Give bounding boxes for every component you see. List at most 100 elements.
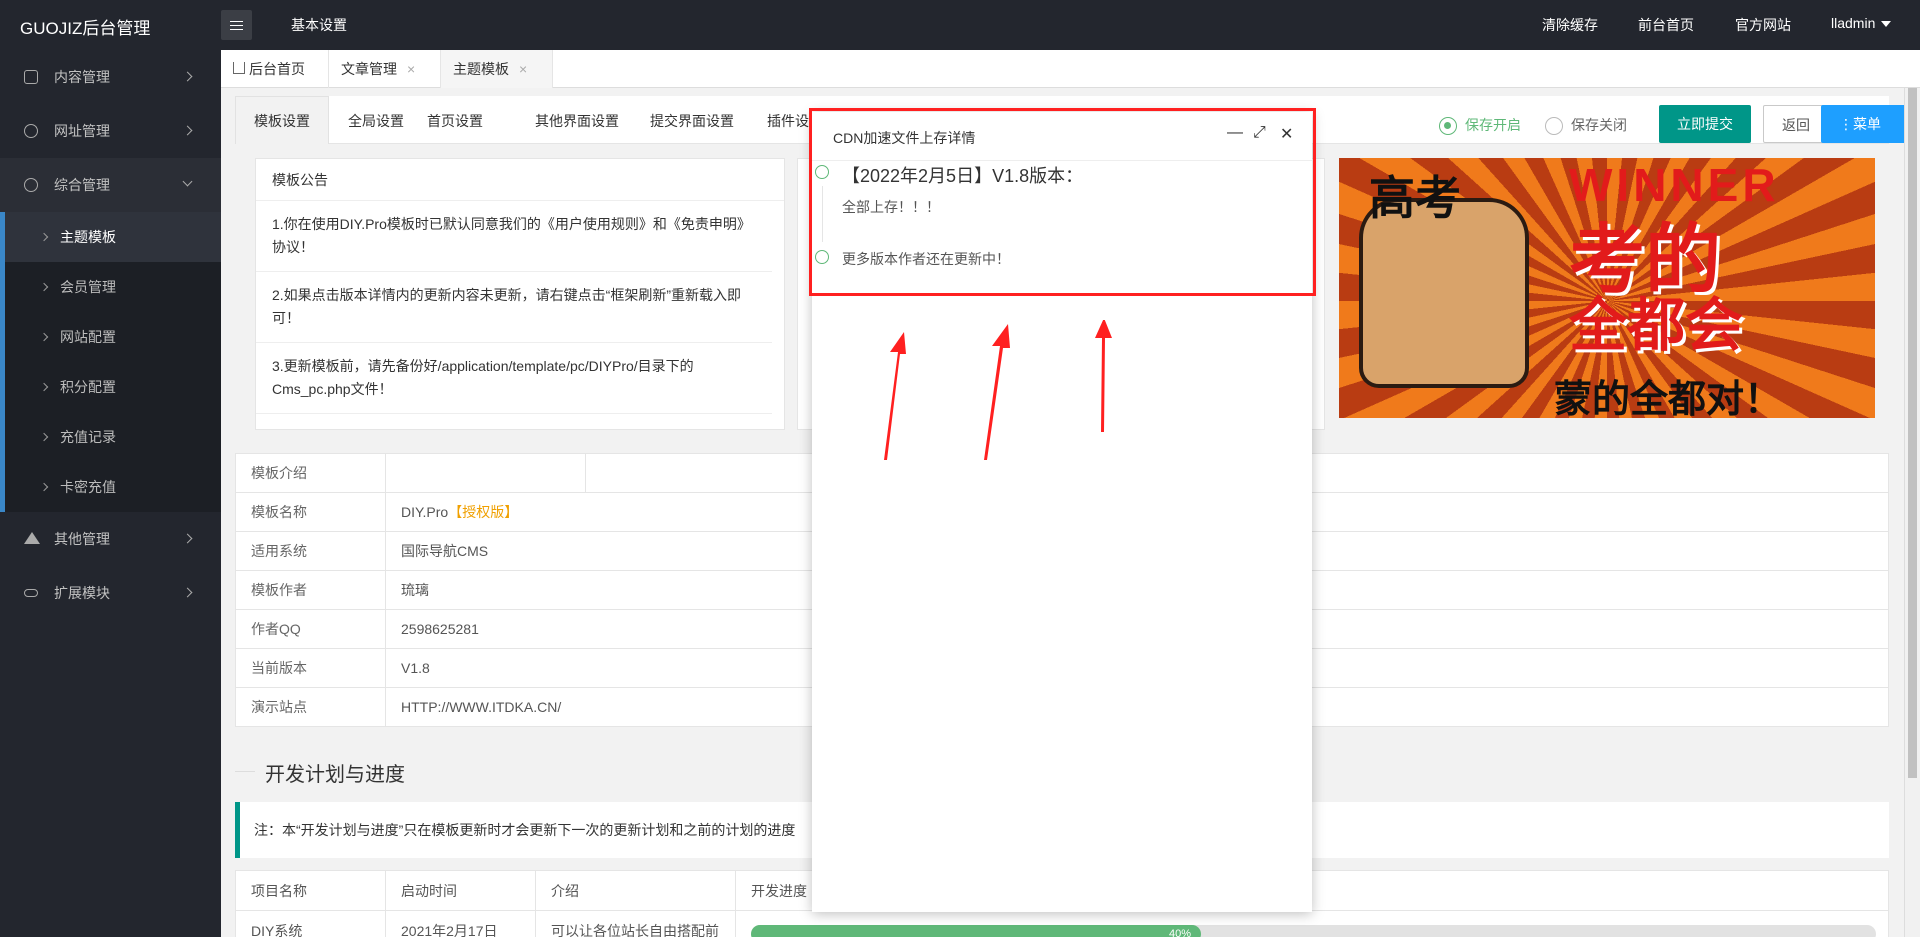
chevron-right-icon (182, 587, 193, 598)
info-header: 模板介绍 (235, 453, 386, 493)
tab-label: 文章管理 (341, 61, 397, 77)
chevron-right-icon (39, 432, 49, 442)
save-on-radio[interactable]: 保存开启 (1439, 115, 1521, 136)
chevron-right-icon (39, 482, 49, 492)
sidebar-sub-recharge-log[interactable]: 充值记录 (5, 412, 221, 462)
info-key: 模板作者 (235, 570, 386, 610)
annotation-arrows (884, 320, 1112, 460)
tab-label: 后台首页 (249, 61, 305, 77)
template-name: DIY.Pro (401, 504, 449, 520)
info-key: 模板名称 (235, 492, 386, 532)
plan-section-title: 开发计划与进度 (265, 764, 405, 786)
send-icon (24, 532, 40, 544)
globe-icon (24, 124, 38, 138)
official-site-link[interactable]: 官方网站 (1735, 15, 1791, 35)
sidebar-item-label: 其他管理 (54, 531, 110, 547)
info-key: 当前版本 (235, 648, 386, 688)
notice-item: 3.更新模板前，请先备份好/application/template/pc/DI… (256, 343, 772, 414)
sidebar-sub-label: 卡密充值 (60, 479, 116, 495)
back-button[interactable]: 返回 (1763, 105, 1829, 143)
sidebar-sub-site-config[interactable]: 网站配置 (5, 312, 221, 362)
gear-icon (24, 178, 38, 192)
top-bar: GUOJIZ后台管理 基本设置 清除缓存 前台首页 官方网站 lladmin (0, 0, 1920, 50)
clear-cache-link[interactable]: 清除缓存 (1542, 15, 1598, 35)
chevron-right-icon (39, 332, 49, 342)
banner-text: 蒙的全都对！ (1554, 379, 1783, 418)
chevron-right-icon (39, 232, 49, 242)
sidebar-sub-label: 主题模板 (60, 229, 116, 245)
progress-bar: 40% (751, 925, 1876, 937)
sidebar-submenu: 主题模板 会员管理 网站配置 积分配置 充值记录 卡密充值 (0, 212, 221, 512)
sidebar-item-extensions[interactable]: 扩展模块 (0, 566, 221, 620)
sidebar-sub-label: 充值记录 (60, 429, 116, 445)
close-icon[interactable]: × (519, 61, 527, 77)
info-cell (385, 453, 586, 493)
app-logo: GUOJIZ后台管理 (20, 19, 151, 38)
menu-toggle-button[interactable] (221, 10, 252, 40)
subtab-home[interactable]: 首页设置 (427, 111, 483, 131)
sidebar-item-label: 内容管理 (54, 69, 110, 85)
tab-theme-template[interactable]: 主题模板 × (441, 50, 553, 88)
notice-item: 2.如果点击版本详情内的更新内容未更新，请右键点击“框架刷新”重新载入即可！ (256, 272, 772, 343)
tab-articles[interactable]: 文章管理 × (329, 50, 441, 88)
info-key: 演示站点 (235, 687, 386, 727)
close-icon[interactable]: × (407, 61, 415, 77)
hamburger-icon (230, 20, 243, 30)
sidebar: 内容管理 网址管理 综合管理 主题模板 会员管理 网站配置 积分配置 充值记录 … (0, 50, 221, 937)
arrow-icon (984, 324, 1010, 460)
template-notice-card: 模板公告 1.你在使用DIY.Pro模板时已默认同意我们的《用户使用规则》和《免… (255, 158, 785, 430)
user-menu[interactable]: lladmin (1831, 15, 1892, 31)
sidebar-sub-card-recharge[interactable]: 卡密充值 (5, 462, 221, 512)
plan-header: 介绍 (535, 870, 736, 911)
sidebar-item-content[interactable]: 内容管理 (0, 50, 221, 104)
scrollbar-thumb[interactable] (1908, 88, 1917, 778)
auth-badge: 【授权版】 (448, 504, 519, 520)
radio-label: 保存关闭 (1571, 117, 1627, 133)
basic-settings-link[interactable]: 基本设置 (291, 15, 347, 35)
vertical-scrollbar[interactable] (1904, 88, 1920, 937)
plan-cell: DIY系统 (235, 910, 386, 937)
subtab-global[interactable]: 全局设置 (348, 111, 404, 131)
tab-label: 主题模板 (453, 61, 509, 77)
page-tabs: 后台首页 文章管理 × 主题模板 × (221, 50, 1920, 88)
notice-item: 1.你在使用DIY.Pro模板时已默认同意我们的《用户使用规则》和《免责申明》协… (256, 201, 772, 272)
frontend-home-link[interactable]: 前台首页 (1638, 15, 1694, 35)
progress-fill: 40% (751, 925, 1201, 937)
sidebar-sub-label: 会员管理 (60, 279, 116, 295)
subtab-submit-ui[interactable]: 提交界面设置 (650, 111, 734, 131)
sidebar-sub-theme[interactable]: 主题模板 (5, 212, 221, 262)
sidebar-item-label: 综合管理 (54, 177, 110, 193)
radio-label: 保存开启 (1465, 117, 1521, 133)
sidebar-sub-label: 积分配置 (60, 379, 116, 395)
chevron-right-icon (182, 533, 193, 544)
sidebar-sub-members[interactable]: 会员管理 (5, 262, 221, 312)
highlight-box (809, 108, 1316, 296)
arrow-icon (1095, 320, 1112, 432)
sidebar-item-label: 扩展模块 (54, 585, 110, 601)
banner-text: 高考 (1369, 172, 1461, 224)
sidebar-sub-points[interactable]: 积分配置 (5, 362, 221, 412)
sidebar-item-other[interactable]: 其他管理 (0, 512, 221, 566)
submit-button[interactable]: 立即提交 (1659, 105, 1751, 143)
subtab-plugins[interactable]: 插件设 (767, 111, 809, 131)
subtab-other-ui[interactable]: 其他界面设置 (535, 111, 619, 131)
info-key: 作者QQ (235, 609, 386, 649)
section-divider (235, 771, 255, 772)
arrow-icon (884, 332, 906, 460)
sidebar-item-general[interactable]: 综合管理 (0, 158, 221, 212)
chevron-right-icon (182, 71, 193, 82)
banner-text: 全都会 (1569, 291, 1744, 359)
info-key: 适用系统 (235, 531, 386, 571)
notice-title: 模板公告 (256, 159, 784, 201)
subtab-template-settings[interactable]: 模板设置 (235, 96, 329, 144)
save-off-radio[interactable]: 保存关闭 (1545, 115, 1627, 136)
caret-down-icon (1881, 21, 1892, 28)
menu-button[interactable]: ⋮菜单 (1821, 105, 1904, 143)
link-icon (24, 589, 38, 597)
sidebar-item-urls[interactable]: 网址管理 (0, 104, 221, 158)
chevron-right-icon (39, 282, 49, 292)
user-name: lladmin (1831, 15, 1876, 31)
tab-home[interactable]: 后台首页 (221, 50, 329, 88)
chevron-right-icon (39, 382, 49, 392)
radio-empty-icon (1545, 117, 1563, 136)
